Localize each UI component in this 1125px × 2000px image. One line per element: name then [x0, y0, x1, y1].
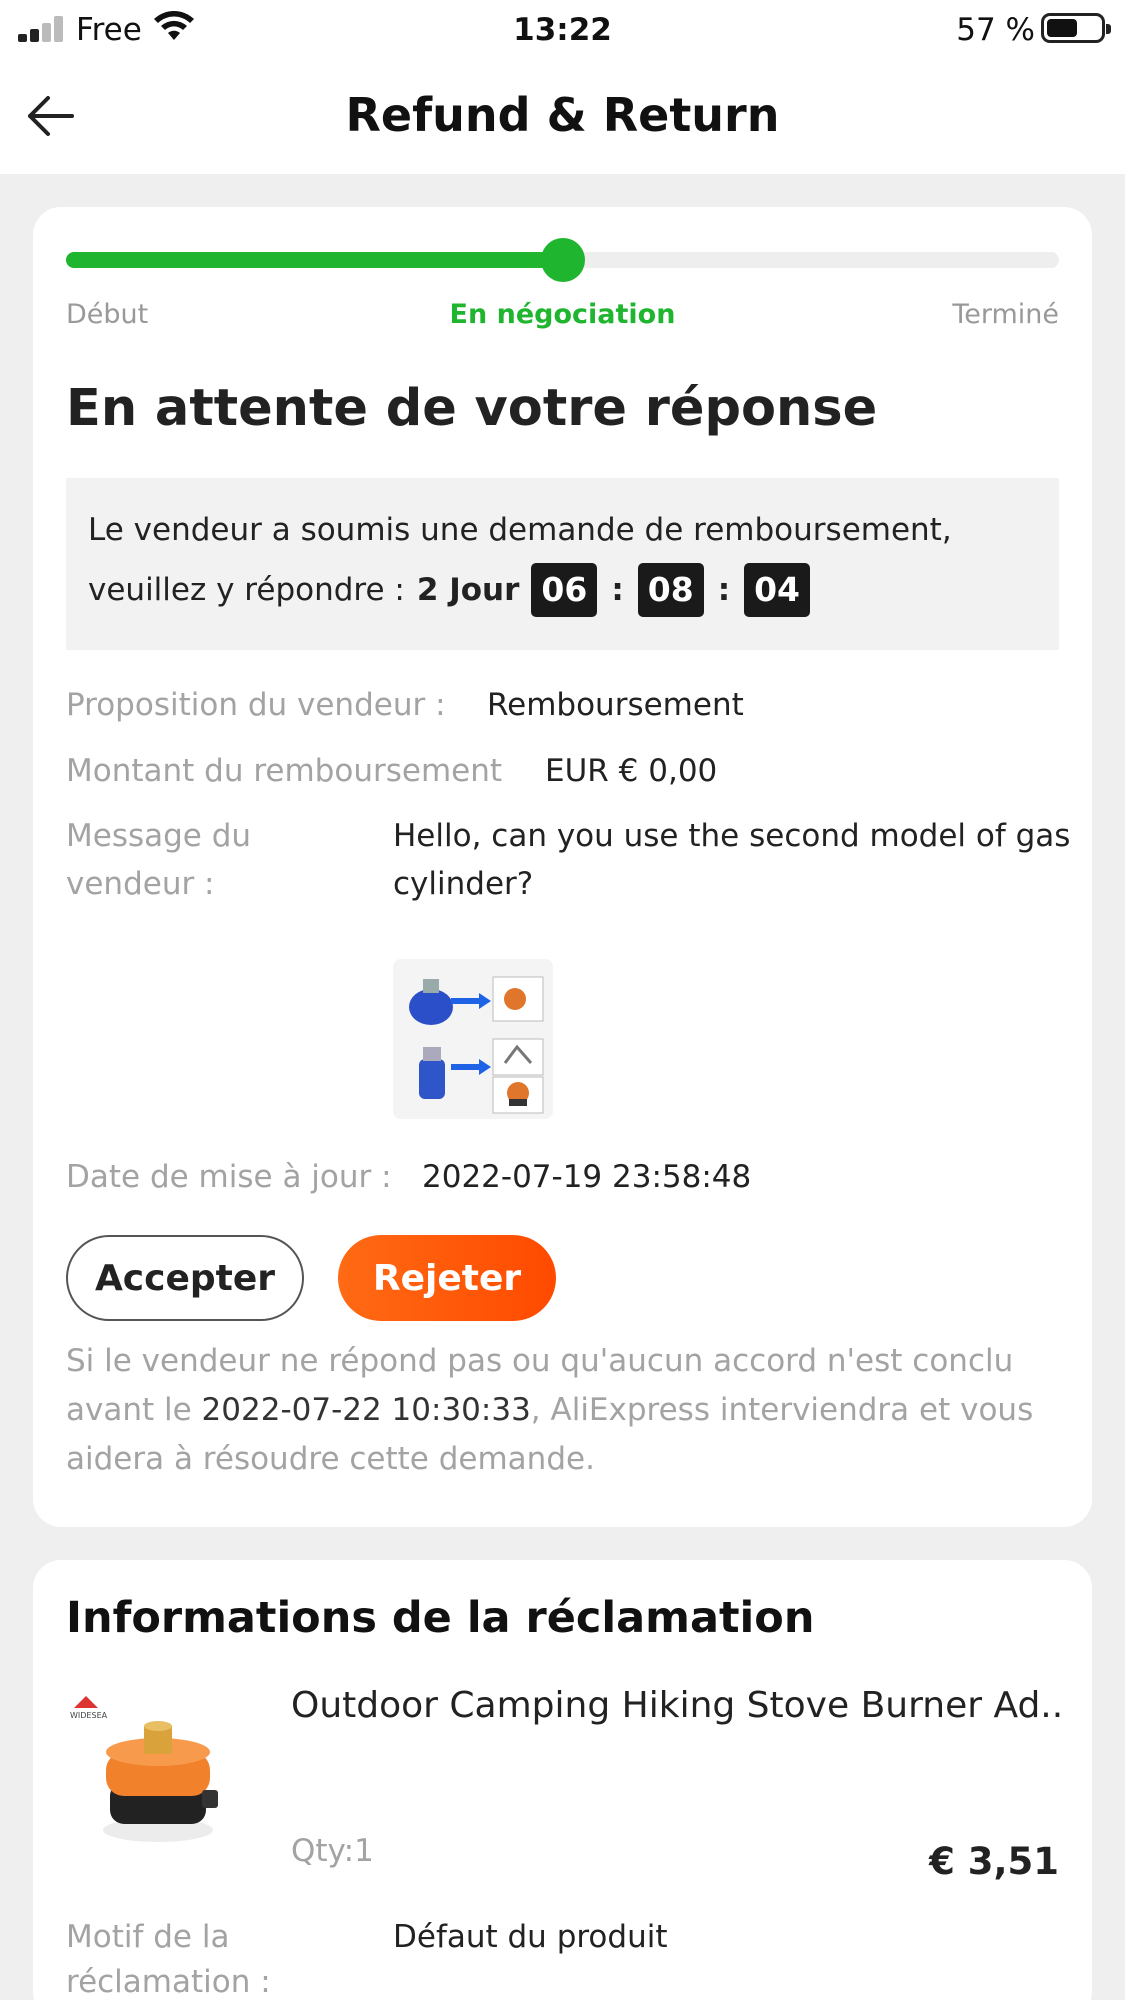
reason-value: Défaut du produit [393, 1919, 668, 1955]
status-heading: En attente de votre réponse [66, 379, 878, 438]
progress-track [66, 238, 1059, 282]
countdown-separator: : [611, 572, 624, 608]
progress-knob [540, 238, 585, 282]
message-value: Hello, can you use the second model of g… [393, 818, 1071, 902]
notice-text-line2: veuillez y répondre : 2 Jour 06 : 08 : 0… [88, 562, 811, 618]
status-bar: Free 13:22 57 % [0, 0, 1125, 60]
reason-label: Motif de la réclamation : [66, 1919, 271, 2000]
gas-cylinder-adapter-diagram [393, 959, 553, 1119]
notice-text-line1: Le vendeur a soumis une demande de rembo… [88, 512, 952, 548]
notice-text-prefix: veuillez y répondre : [88, 572, 405, 608]
claim-info-card: Informations de la réclamation WIDESEA O… [33, 1560, 1092, 2000]
amount-label: Montant du remboursement [66, 753, 503, 789]
countdown-separator: : [717, 572, 731, 608]
countdown-hours: 06 [531, 563, 598, 617]
product-title[interactable]: Outdoor Camping Hiking Stove Burner Ad..… [291, 1685, 1061, 1726]
brand-logo-text: WIDESEA [70, 1711, 108, 1720]
page-title: Refund & Return [345, 88, 780, 142]
product-price: € 3,51 [929, 1840, 1059, 1883]
countdown-seconds: 04 [744, 563, 811, 617]
escalation-note: Si le vendeur ne répond pas ou qu'aucun … [66, 1337, 1066, 1484]
escalation-date: 2022-07-22 10:30:33 [201, 1392, 531, 1428]
battery-icon [1041, 13, 1111, 43]
message-attachment-image[interactable] [393, 959, 553, 1119]
updated-label: Date de mise à jour : [66, 1159, 392, 1195]
reject-button[interactable]: Rejeter [338, 1235, 556, 1321]
updated-value: 2022-07-19 23:58:48 [422, 1159, 752, 1195]
step-current-label: En négociation [449, 299, 676, 330]
countdown-minutes: 08 [637, 563, 704, 617]
step-end-label: Terminé [952, 299, 1059, 330]
proposal-label: Proposition du vendeur : [66, 687, 446, 723]
product-image[interactable]: WIDESEA [66, 1690, 231, 1855]
amount-value: EUR € 0,00 [545, 753, 718, 789]
nav-header: Refund & Return [0, 60, 1125, 174]
refund-status-card: Début En négociation Terminé En attente … [33, 207, 1092, 1527]
product-quantity: Qty:1 [291, 1833, 374, 1869]
countdown-days: 2 Jour [416, 572, 520, 608]
response-deadline-notice: Le vendeur a soumis une demande de rembo… [66, 478, 1059, 650]
claim-info-title: Informations de la réclamation [66, 1593, 815, 1643]
proposal-value: Remboursement [487, 687, 744, 723]
accept-button[interactable]: Accepter [66, 1235, 304, 1321]
message-label: Message du vendeur : [66, 818, 252, 902]
progress-fill [66, 252, 563, 268]
battery-percent: 57 % [956, 12, 1035, 48]
